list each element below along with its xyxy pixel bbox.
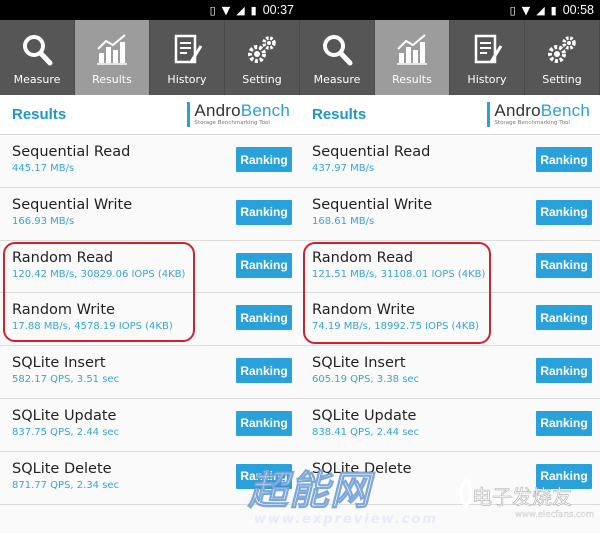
status-time: 00:37: [262, 3, 294, 17]
results-header: Results AndroBench Storage Benchmarking …: [300, 95, 600, 135]
logo-bar: [487, 102, 491, 127]
document-icon: [174, 34, 203, 64]
ranking-button[interactable]: Ranking: [236, 147, 292, 172]
result-row-sequential-write: Sequential Write 168.61 MB/s Ranking: [300, 187, 600, 241]
result-row-sqlite-delete: SQLite Delete 871.77 QPS, 2.34 sec Ranki…: [0, 451, 300, 505]
document-icon: [474, 34, 503, 64]
results-header: Results AndroBench Storage Benchmarking …: [0, 95, 300, 135]
logo-bench: Bench: [240, 101, 290, 120]
tab-label: Measure: [13, 73, 61, 86]
logo-andro: Andro: [194, 101, 241, 120]
tab-measure[interactable]: Measure: [300, 20, 375, 95]
logo-main: AndroBench: [494, 102, 590, 120]
page-title: Results: [12, 106, 67, 123]
status-bar: ▯ ▼ ◢ ▮ 00:58: [300, 0, 600, 20]
signal-icon: ◢: [236, 3, 245, 17]
status-bar: ▯ ▼ ◢ ▮ 00:37: [0, 0, 300, 20]
ranking-button[interactable]: Ranking: [536, 199, 592, 225]
magnifier-icon: [23, 35, 53, 66]
tab-label: Results: [392, 73, 432, 86]
tab-label: Setting: [242, 73, 282, 86]
status-time: 00:58: [562, 3, 594, 17]
chart-icon: [397, 34, 427, 65]
ranking-button[interactable]: Ranking: [536, 252, 592, 278]
tab-label: Setting: [542, 73, 582, 86]
result-row-sequential-read: Sequential Read 445.17 MB/s Ranking: [0, 135, 300, 188]
ranking-button[interactable]: Ranking: [536, 305, 592, 331]
result-row-sqlite-insert: SQLite Insert 605.19 QPS, 3.38 sec Ranki…: [300, 346, 600, 399]
logo-bar: [187, 102, 191, 127]
tab-setting[interactable]: Setting: [525, 20, 600, 95]
gears-icon: [548, 36, 576, 63]
ranking-button[interactable]: Ranking: [236, 410, 292, 436]
result-row-sqlite-insert: SQLite Insert 582.17 QPS, 3.51 sec Ranki…: [0, 346, 300, 399]
logo-main: AndroBench: [194, 102, 290, 120]
ranking-button[interactable]: Ranking: [536, 410, 592, 436]
logo-subtitle: Storage Benchmarking Tool: [494, 120, 570, 126]
magnifier-icon: [323, 35, 353, 66]
ranking-button[interactable]: Ranking: [236, 358, 292, 384]
androbench-logo: AndroBench Storage Benchmarking Tool: [187, 102, 290, 127]
page-title: Results: [312, 106, 367, 123]
ranking-button[interactable]: Ranking: [536, 463, 592, 489]
battery-icon: ▮: [550, 3, 557, 17]
tab-bar: Measure Results History Setting: [300, 20, 600, 95]
ranking-button[interactable]: Ranking: [236, 252, 292, 278]
result-row-sequential-read: Sequential Read 437.97 MB/s Ranking: [300, 135, 600, 188]
tab-measure[interactable]: Measure: [0, 20, 75, 95]
phone-right: ▯ ▼ ◢ ▮ 00:58 Measure Results History Se…: [300, 0, 600, 533]
signal-icon: ◢: [536, 3, 545, 17]
result-row-random-write: Random Write 74.19 MB/s, 18992.75 IOPS (…: [300, 293, 600, 347]
tab-label: History: [167, 73, 207, 86]
results-list: Sequential Read 445.17 MB/s Ranking Sequ…: [0, 135, 300, 505]
phone-left: ▯ ▼ ◢ ▮ 00:37 Measure Results History Se…: [0, 0, 300, 533]
tab-label: Results: [92, 73, 132, 86]
tab-label: Measure: [313, 73, 361, 86]
comparison-wrap: ▯ ▼ ◢ ▮ 00:37 Measure Results History Se…: [0, 0, 600, 533]
logo-text: AndroBench Storage Benchmarking Tool: [494, 102, 590, 127]
ranking-button[interactable]: Ranking: [236, 463, 292, 489]
result-row-sqlite-update: SQLite Update 837.75 QPS, 2.44 sec Ranki…: [0, 398, 300, 452]
tab-history[interactable]: History: [150, 20, 225, 95]
ranking-button[interactable]: Ranking: [236, 199, 292, 225]
vibrate-icon: ▯: [209, 3, 216, 17]
ranking-button[interactable]: Ranking: [536, 147, 592, 172]
vibrate-icon: ▯: [509, 3, 516, 17]
tab-history[interactable]: History: [450, 20, 525, 95]
logo-andro: Andro: [494, 101, 541, 120]
result-row-sqlite-update: SQLite Update 838.41 QPS, 2.44 sec Ranki…: [300, 398, 600, 452]
chart-icon: [97, 34, 127, 65]
logo-bench: Bench: [540, 101, 590, 120]
tab-results[interactable]: Results: [75, 20, 150, 95]
ranking-button[interactable]: Ranking: [536, 358, 592, 384]
result-row-random-read: Random Read 121.51 MB/s, 31108.01 IOPS (…: [300, 240, 600, 294]
tab-bar: Measure Results History Setting: [0, 20, 300, 95]
ranking-button[interactable]: Ranking: [236, 305, 292, 331]
logo-text: AndroBench Storage Benchmarking Tool: [194, 102, 290, 127]
gears-icon: [248, 36, 276, 63]
wifi-icon: ▼: [221, 3, 231, 17]
results-list: Sequential Read 437.97 MB/s Ranking Sequ…: [300, 135, 600, 505]
result-row-sqlite-delete: SQLite Delete Ranking: [300, 451, 600, 505]
tab-results[interactable]: Results: [375, 20, 450, 95]
tab-label: History: [467, 73, 507, 86]
androbench-logo: AndroBench Storage Benchmarking Tool: [487, 102, 590, 127]
result-row-sequential-write: Sequential Write 166.93 MB/s Ranking: [0, 187, 300, 241]
result-row-random-write: Random Write 17.88 MB/s, 4578.19 IOPS (4…: [0, 293, 300, 347]
wifi-icon: ▼: [521, 3, 531, 17]
result-row-random-read: Random Read 120.42 MB/s, 30829.06 IOPS (…: [0, 240, 300, 294]
battery-icon: ▮: [250, 3, 257, 17]
logo-subtitle: Storage Benchmarking Tool: [194, 120, 270, 126]
tab-setting[interactable]: Setting: [225, 20, 300, 95]
